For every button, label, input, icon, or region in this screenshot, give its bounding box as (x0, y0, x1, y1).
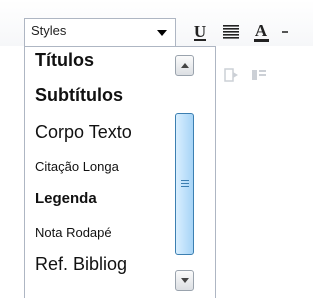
styles-dropdown: Títulos Subtítulos Corpo Texto Citação L… (24, 46, 216, 298)
underline-button[interactable]: U (188, 20, 212, 44)
style-option-subtitulos[interactable]: Subtítulos (35, 85, 123, 106)
vertical-scrollbar[interactable] (175, 55, 196, 298)
arrow-up-icon (180, 63, 189, 68)
scroll-thumb[interactable] (175, 113, 194, 255)
justify-button[interactable] (219, 20, 243, 44)
text-color-button[interactable]: A (249, 20, 273, 44)
justify-icon (223, 25, 239, 39)
scroll-down-button[interactable] (175, 270, 194, 291)
styles-combo-label: Styles (31, 23, 67, 38)
more-icon (282, 31, 288, 33)
block-icon (252, 70, 266, 80)
styles-combo[interactable]: Styles (24, 18, 176, 46)
more-button[interactable] (280, 20, 290, 44)
arrow-down-icon (180, 278, 189, 283)
style-option-corpo-texto[interactable]: Corpo Texto (35, 122, 132, 143)
grip-line (181, 183, 189, 184)
style-option-citacao-longa[interactable]: Citação Longa (35, 159, 119, 174)
grip-line (181, 186, 189, 187)
chevron-down-icon[interactable] (157, 30, 167, 36)
underline-icon: U (193, 21, 207, 41)
toolbar: Styles U A (0, 0, 313, 46)
scroll-up-button[interactable] (175, 55, 194, 76)
editor-screen: Styles U A Títulos Subtítulos Corpo Text… (0, 0, 313, 298)
style-option-ref-bibliog[interactable]: Ref. Bibliog (35, 254, 127, 275)
text-color-swatch (253, 38, 269, 42)
style-option-nota-rodape[interactable]: Nota Rodapé (35, 225, 112, 240)
grip-line (181, 180, 189, 181)
style-option-titulos[interactable]: Títulos (35, 50, 94, 71)
text-color-icon: A (254, 20, 268, 40)
indent-icon (224, 68, 238, 82)
style-option-legenda[interactable]: Legenda (35, 190, 97, 207)
